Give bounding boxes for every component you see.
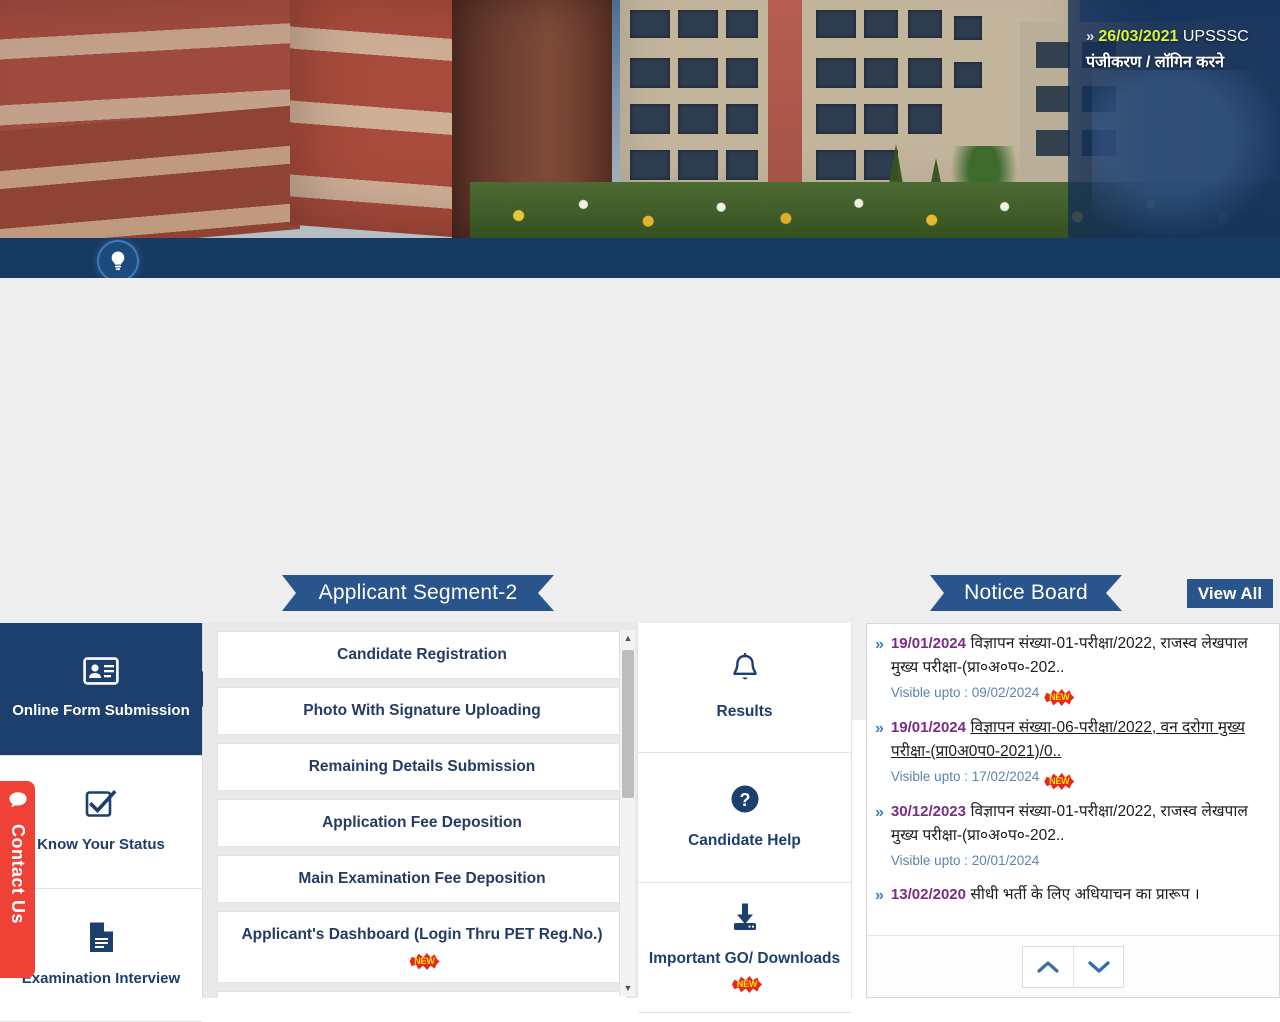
notice-visible-upto: Visible upto : 17/02/2024 NEW <box>891 765 1269 790</box>
notice-item[interactable]: » 13/02/2020 सीधी भर्ती के लिए अधियाचन क… <box>875 883 1269 908</box>
quick-link-label: Candidate Help <box>688 832 801 849</box>
list-item[interactable]: Remaining Details Submission <box>217 743 627 791</box>
notice-item[interactable]: » 19/01/2024 विज्ञापन संख्या-06-परीक्षा/… <box>875 716 1269 790</box>
notice-board-heading: Notice Board <box>930 575 1122 611</box>
notice-visible-upto: Visible upto : 20/01/2024 <box>890 853 1040 868</box>
list-item[interactable]: Photo With Signature Uploading <box>217 687 627 735</box>
applicant-list-scrollbar[interactable]: ▲ ▼ <box>619 630 635 996</box>
notice-date: 19/01/2024 <box>890 719 966 736</box>
list-item[interactable]: File request for change in reg. Mobile N… <box>217 991 627 998</box>
svg-text:?: ? <box>739 790 750 810</box>
quick-link-label: Results <box>716 703 773 720</box>
quick-link-important-go-downloads[interactable]: Important GO/ Downloads NEW <box>638 883 851 1013</box>
news-ticker-panel: » 26/03/2021 UPSSSC पंजीकरण / लॉगिन करने <box>1068 0 1280 238</box>
sidebar-item-online-form-submission[interactable]: Online Form Submission <box>0 623 202 756</box>
main-content-area: Applicant Segment-2 Notice Board View Al… <box>0 278 1280 1022</box>
lightbulb-icon[interactable] <box>97 240 139 282</box>
applicant-segment-list: Candidate Registration Photo With Signat… <box>203 623 637 998</box>
notice-item[interactable]: » 30/12/2023 विज्ञापन संख्या-01-परीक्षा/… <box>875 800 1269 873</box>
notice-board-footer <box>867 935 1279 997</box>
statue-silhouette <box>1092 70 1280 238</box>
sidebar-item-label: Know Your Status <box>37 836 165 853</box>
view-all-button[interactable]: View All <box>1186 578 1274 609</box>
new-badge: NEW <box>1044 773 1075 790</box>
notice-date: 30/12/2023 <box>890 803 966 820</box>
notice-board-panel: » 19/01/2024 विज्ञापन संख्या-01-परीक्षा/… <box>866 623 1280 998</box>
ticker-line-2: पंजीकरण / लॉगिन करने <box>1086 54 1225 71</box>
hero-banner: » 26/03/2021 UPSSSC पंजीकरण / लॉगिन करने <box>0 0 1280 238</box>
notice-visible-upto: Visible upto : 09/02/2024 NEW <box>891 681 1269 706</box>
list-item[interactable]: Candidate Registration <box>217 631 627 679</box>
ticker-date: 26/03/2021 <box>1098 28 1179 45</box>
contact-us-label: Contact Us <box>8 824 28 925</box>
quick-link-label: Important GO/ Downloads NEW <box>638 948 851 993</box>
scrollbar-thumb[interactable] <box>622 650 634 798</box>
new-badge: NEW <box>732 976 762 993</box>
contact-us-tab[interactable]: Contact Us <box>0 781 35 978</box>
list-item[interactable]: Applicant's Dashboard (Login Thru PET Re… <box>217 911 627 983</box>
navy-divider-bar <box>0 238 1280 278</box>
document-icon <box>87 921 115 959</box>
notice-text: सीधी भर्ती के लिए अधियाचन का प्रारूप । <box>970 886 1200 903</box>
notice-scroll-controls <box>1022 945 1124 988</box>
notice-date: 13/02/2020 <box>890 886 966 903</box>
id-card-icon <box>83 657 119 691</box>
list-item-label: Applicant's Dashboard (Login Thru PET Re… <box>241 926 603 943</box>
quick-link-candidate-help[interactable]: ? Candidate Help <box>638 753 851 883</box>
visible-upto-text: Visible upto : 17/02/2024 <box>890 769 1040 784</box>
notice-list: » 19/01/2024 विज्ञापन संख्या-01-परीक्षा/… <box>867 624 1279 908</box>
chevron-up-icon <box>1037 960 1059 973</box>
chevron-down-icon <box>1087 960 1110 973</box>
list-item[interactable]: Main Examination Fee Deposition <box>217 855 627 903</box>
scroll-down-arrow[interactable]: ▼ <box>620 980 636 996</box>
scroll-up-arrow[interactable]: ▲ <box>620 630 636 646</box>
news-ticker-text[interactable]: » 26/03/2021 UPSSSC पंजीकरण / लॉगिन करने <box>1086 24 1280 76</box>
chat-bubble-icon <box>8 791 28 814</box>
notice-scroll-up-button[interactable] <box>1023 946 1073 987</box>
chevron-right-icon: » <box>1086 28 1095 45</box>
applicant-segment-heading: Applicant Segment-2 <box>282 575 554 611</box>
notice-date: 19/01/2024 <box>890 635 966 652</box>
ticker-title: UPSSSC <box>1182 28 1249 45</box>
chevron-right-icon: » <box>875 636 884 653</box>
chevron-right-icon: » <box>875 887 884 904</box>
question-circle-icon: ? <box>730 784 760 820</box>
sidebar-item-label: Online Form Submission <box>12 702 190 719</box>
quick-links-column: Results ? Candidate Help Important GO/ D… <box>637 623 852 1013</box>
visible-upto-text: Visible upto : 09/02/2024 <box>890 685 1040 700</box>
chevron-right-icon: » <box>875 804 884 821</box>
notice-item[interactable]: » 19/01/2024 विज्ञापन संख्या-01-परीक्षा/… <box>875 632 1269 706</box>
new-badge: NEW <box>1044 689 1075 706</box>
list-item[interactable]: Application Fee Deposition <box>217 799 627 847</box>
quick-link-results[interactable]: Results <box>638 623 851 753</box>
chevron-right-icon: » <box>875 720 884 737</box>
checkbox-checked-icon <box>85 789 117 825</box>
sidebar-item-label: Examination Interview <box>21 970 181 987</box>
quick-link-text: Important GO/ Downloads <box>648 950 841 967</box>
download-icon <box>729 902 761 938</box>
bell-icon <box>730 652 760 691</box>
notice-scroll-down-button[interactable] <box>1073 946 1123 987</box>
new-badge: NEW <box>409 953 440 970</box>
